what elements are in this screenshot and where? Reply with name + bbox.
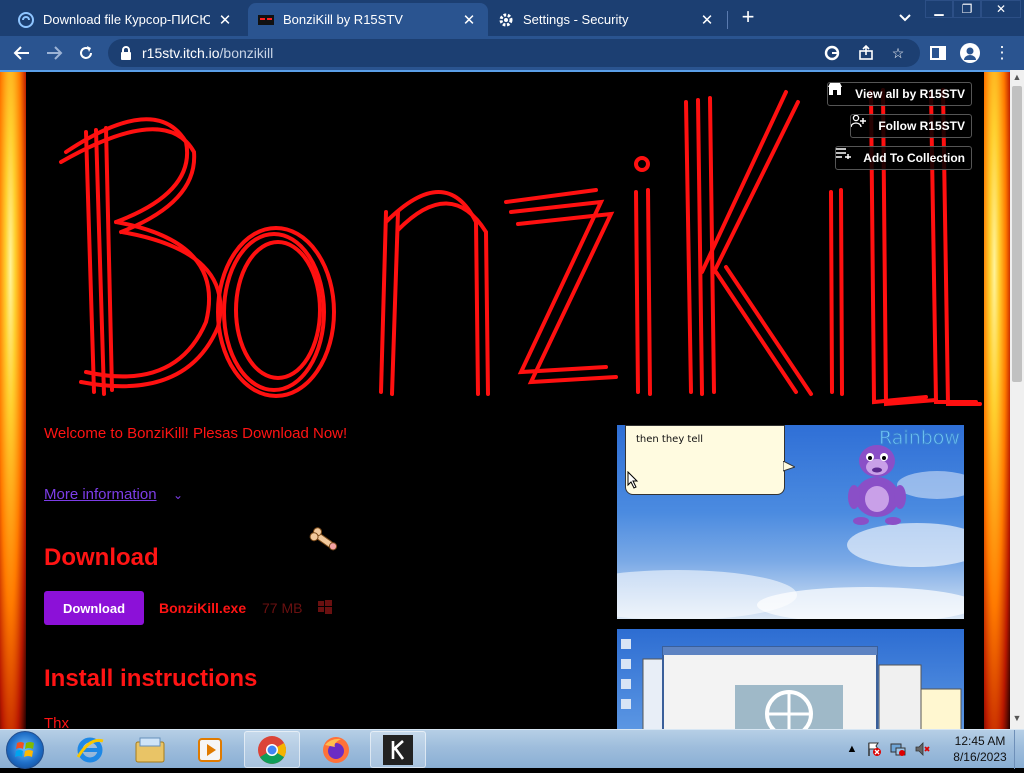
tab-label: Settings - Security [523,12,629,27]
volume-muted-icon[interactable] [914,741,930,757]
restore-button[interactable]: ❐ [953,0,981,18]
arrow-right-icon [47,46,63,60]
chrome-icon [258,735,286,764]
browser-toolbar: r15stv.itch.io/bonzikill ☆ ⋮ [0,36,1024,70]
show-desktop-button[interactable] [1014,730,1024,769]
download-button[interactable]: Download [44,591,144,625]
chevron-down-icon[interactable]: ⌄ [173,488,183,502]
install-instructions-heading: Install instructions [44,665,258,692]
follow-creator-button[interactable]: Follow R15STV [850,114,972,138]
windows-platform-icon [318,600,332,614]
kebab-menu-icon[interactable]: ⋮ [990,41,1014,65]
speech-bubble-tail [783,461,795,472]
clock-time[interactable]: 12:45 AM [950,734,1010,748]
network-icon[interactable] [890,741,906,757]
speech-bubble-text: then they tell [636,434,704,445]
bookmark-star-icon[interactable]: ☆ [888,43,908,63]
close-icon[interactable]: ✕ [216,11,234,29]
back-button[interactable] [10,41,34,65]
custom-cursor-icon [309,527,338,551]
tab-strip: Download file Курсор-ПИСЮН.7 ✕ BonziKill… [0,0,1024,36]
mouse-pointer-icon [627,471,639,489]
fire-border-left [0,72,26,729]
taskbar-media-player[interactable] [182,731,238,768]
arrow-left-icon [13,46,29,60]
show-hidden-icons-arrow[interactable]: ▲ [844,741,860,757]
profile-avatar-icon[interactable] [958,41,982,65]
taskbar-k-app[interactable] [370,731,426,768]
more-information-link[interactable]: More information [44,486,157,503]
follow-label: Follow R15STV [878,119,965,133]
share-icon[interactable] [856,43,876,63]
add-list-icon [836,148,858,165]
intro-text: Welcome to BonziKill! Plesas Download No… [44,425,348,442]
reload-button[interactable] [74,41,98,65]
file-size: 77 MB [262,600,303,616]
add-to-collection-button[interactable]: Add To Collection [835,146,972,170]
chevron-down-icon[interactable] [895,8,915,28]
clock-date[interactable]: 8/16/2023 [946,750,1014,764]
address-bar[interactable]: r15stv.itch.io/bonzikill ☆ [108,39,920,67]
follow-user-icon [851,115,873,133]
rainbow-overlay-text: Rainbow [879,427,961,450]
game-banner-logo: View all by R15STV Follow R15STV Add To … [26,72,984,422]
google-lens-icon[interactable] [822,43,842,63]
url-host: r15stv.itch.io [142,45,220,61]
window-close-button[interactable]: ✕ [981,0,1021,18]
scrollbar-thumb[interactable] [1012,86,1022,382]
store-icon [828,83,850,101]
view-all-by-creator-button[interactable]: View all by R15STV [827,82,972,106]
url-text[interactable]: r15stv.itch.io/bonzikill [142,45,273,61]
fire-border-right [984,72,1010,729]
game-screenshot-1[interactable]: then they tell Rainbow [617,425,964,619]
action-center-flag-icon[interactable] [866,741,882,757]
download-cloud-icon [18,11,34,28]
media-player-icon [198,737,222,762]
side-panel-icon[interactable] [926,41,950,65]
game-screenshot-2[interactable] [617,629,964,729]
minimize-button[interactable]: ▁ [925,0,953,18]
tab-download-file[interactable]: Download file Курсор-ПИСЮН.7 ✕ [8,3,244,36]
lock-icon[interactable] [120,46,132,60]
bonzi-buddy-character [848,445,906,525]
internet-explorer-icon [76,737,104,762]
game-description: Welcome to BonziKill! Plesas Download No… [26,422,984,729]
file-explorer-icon [135,737,165,762]
url-path: /bonzikill [219,45,274,61]
windows-taskbar: ▲ 12:45 AM 8/16/2023 [0,729,1024,769]
start-button[interactable] [6,731,44,769]
page-viewport: View all by R15STV Follow R15STV Add To … [0,70,1010,729]
speech-bubble: then they tell [625,425,785,495]
tab-bonzikill[interactable]: BonziKill by R15STV ✕ [248,3,488,36]
system-tray: ▲ 12:45 AM 8/16/2023 [840,730,1024,769]
itch-icon [258,12,274,28]
reload-icon [80,46,92,59]
tab-label: Download file Курсор-ПИСЮН.7 [43,12,210,27]
install-instructions-text: Thx [44,715,70,729]
taskbar-firefox[interactable] [308,731,364,768]
gear-icon [498,12,514,28]
k-app-icon [383,734,413,765]
close-icon[interactable]: ✕ [460,11,478,29]
desktop-window-image [621,639,962,729]
add-to-collection-label: Add To Collection [863,151,965,165]
bonzikill-logo [59,88,982,407]
scroll-up-arrow-icon[interactable]: ▲ [1010,70,1024,84]
taskbar-file-explorer[interactable] [122,731,178,768]
taskbar-internet-explorer[interactable] [62,731,118,768]
tab-separator [727,11,728,29]
download-heading: Download [44,544,159,571]
firefox-icon [323,736,349,763]
forward-button[interactable] [42,41,66,65]
taskbar-chrome[interactable] [244,731,300,768]
scroll-down-arrow-icon[interactable]: ▼ [1010,711,1024,725]
tab-label: BonziKill by R15STV [283,12,403,27]
tab-settings-security[interactable]: Settings - Security ✕ [488,3,726,36]
new-tab-button[interactable]: + [736,6,760,30]
page-scrollbar[interactable]: ▲ ▼ [1010,70,1024,729]
windows-logo-icon [15,742,34,757]
file-name: BonziKill.exe [159,600,247,616]
view-all-label: View all by R15STV [855,87,965,101]
close-icon[interactable]: ✕ [698,11,716,29]
